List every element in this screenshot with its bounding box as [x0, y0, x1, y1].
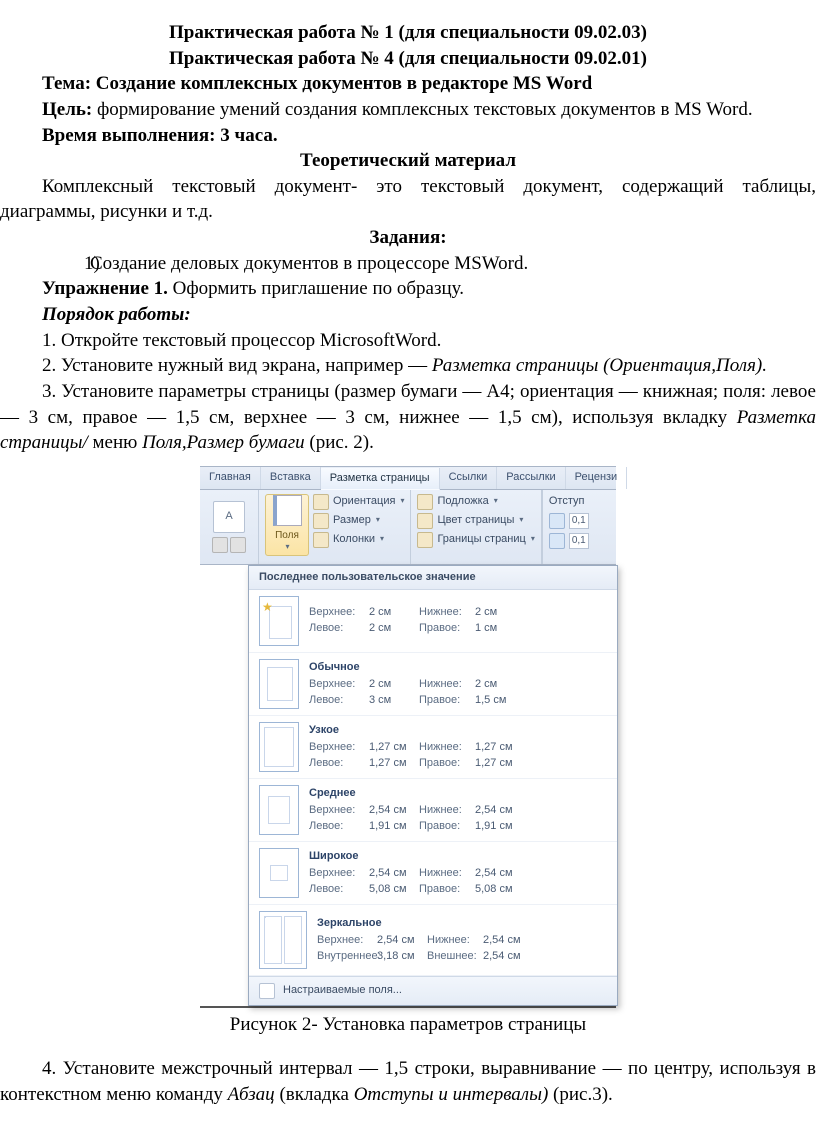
goal-line: Цель: формирование умений создания компл… — [0, 97, 816, 123]
theme-fonts-icon[interactable] — [230, 537, 246, 553]
margins-dropdown: Последнее пользовательское значение ★Вер… — [248, 565, 618, 1006]
heading-1: Практическая работа № 1 (для специальнос… — [0, 20, 816, 46]
dropdown-header: Последнее пользовательское значение — [249, 566, 617, 590]
goal-label: Цель: — [42, 99, 92, 120]
indent-right-icon[interactable] — [549, 533, 565, 549]
margins-button[interactable]: Поля ▾ — [265, 494, 309, 556]
preset-thumb — [259, 722, 299, 772]
chevron-down-icon: ▾ — [531, 534, 535, 545]
preset-name: Зеркальное — [317, 916, 607, 931]
margin-preset-1[interactable]: ОбычноеВерхнее:2 смНижнее:2 смЛевое:3 см… — [249, 653, 617, 716]
page-icon — [273, 495, 302, 526]
page-bg-icon-0 — [417, 494, 433, 510]
margin-preset-4[interactable]: ШирокоеВерхнее:2,54 смНижнее:2,54 смЛево… — [249, 842, 617, 905]
preset-thumb — [259, 848, 299, 898]
page-setup-2[interactable]: Колонки▾ — [313, 532, 404, 548]
tab-0[interactable]: Главная — [200, 467, 261, 489]
page-bg-icon-1 — [417, 513, 433, 529]
preset-thumb — [259, 911, 307, 969]
preset-thumb — [259, 659, 299, 709]
exercise-1: Упражнение 1. Оформить приглашение по об… — [0, 276, 816, 302]
margin-preset-3[interactable]: СреднееВерхнее:2,54 смНижнее:2,54 смЛево… — [249, 779, 617, 842]
page-bg-1[interactable]: Цвет страницы▾ — [417, 513, 534, 529]
tab-3[interactable]: Ссылки — [440, 467, 498, 489]
theme-colors-icon[interactable] — [212, 537, 228, 553]
margin-preset-5[interactable]: ЗеркальноеВерхнее:2,54 смНижнее:2,54 смВ… — [249, 905, 617, 976]
time-line: Время выполнения: 3 часа. — [0, 123, 816, 149]
page-bg-2[interactable]: Границы страниц▾ — [417, 532, 534, 548]
chevron-down-icon: ▾ — [494, 496, 498, 507]
step-4: 4. Установите межстрочный интервал — 1,5… — [0, 1056, 816, 1107]
order-head: Порядок работы: — [0, 302, 816, 328]
theory-body: Комплексный текстовый документ- это текс… — [0, 174, 816, 225]
tab-2[interactable]: Разметка страницы — [321, 468, 440, 490]
margin-preset-2[interactable]: УзкоеВерхнее:1,27 смНижнее:1,27 смЛевое:… — [249, 716, 617, 779]
step-2: 2. Установите нужный вид экрана, наприме… — [0, 353, 816, 379]
preset-thumb — [259, 785, 299, 835]
tab-4[interactable]: Рассылки — [497, 467, 565, 489]
page-setup-icon-0 — [313, 494, 329, 510]
theory-head: Теоретический материал — [0, 148, 816, 174]
page-setup-1[interactable]: Размер▾ — [313, 513, 404, 529]
indent-left-icon[interactable] — [549, 513, 565, 529]
step-3: 3. Установите параметры страницы (размер… — [0, 379, 816, 456]
tasks-head: Задания: — [0, 225, 816, 251]
figure-caption: Рисунок 2- Установка параметров страницы — [0, 1012, 816, 1038]
chevron-down-icon: ▾ — [400, 496, 404, 507]
indent-left-value[interactable]: 0,1 — [569, 513, 589, 529]
preset-name: Широкое — [309, 849, 607, 864]
page-setup-icon-1 — [313, 513, 329, 529]
page-bg-0[interactable]: Подложка▾ — [417, 494, 534, 510]
preset-thumb: ★ — [259, 596, 299, 646]
tab-5[interactable]: Рецензи — [566, 467, 628, 489]
chevron-down-icon: ▾ — [519, 515, 523, 526]
page-bg-icon-2 — [417, 532, 433, 548]
ribbon-tabs: ГлавнаяВставкаРазметка страницыСсылкиРас… — [200, 466, 616, 490]
custom-margins-item[interactable]: Настраиваемые поля... — [249, 976, 617, 1005]
ribbon: A Поля ▾ Ориентация▾ Размер▾ Колонки▾ Подл… — [200, 490, 616, 565]
chevron-down-icon: ▾ — [376, 515, 380, 526]
topic-label: Тема: — [42, 73, 91, 94]
word-screenshot: ГлавнаяВставкаРазметка страницыСсылкиРас… — [200, 466, 616, 1008]
preset-name: Узкое — [309, 723, 607, 738]
task-1: 1)Создание деловых документов в процессо… — [0, 251, 816, 277]
heading-2: Практическая работа № 4 (для специальнос… — [0, 46, 816, 72]
margin-preset-0[interactable]: ★Верхнее:2 смНижнее:2 смЛевое:2 смПравое… — [249, 590, 617, 653]
topic-line: Тема: Создание комплексных документов в … — [0, 71, 816, 97]
ex-text: Оформить приглашение по образцу. — [168, 278, 464, 299]
chevron-down-icon: ▾ — [380, 534, 384, 545]
ex-label: Упражнение 1. — [42, 278, 168, 299]
indent-right-value[interactable]: 0,1 — [569, 533, 589, 549]
goal-text: формирование умений создания комплексных… — [92, 99, 752, 120]
themes-button[interactable]: A — [213, 501, 245, 533]
preset-name: Обычное — [309, 660, 607, 675]
task-1-idx: 1) — [42, 251, 90, 277]
task-1-text: Создание деловых документов в процессоре… — [90, 253, 528, 274]
custom-margins-icon — [259, 983, 275, 999]
page-setup-0[interactable]: Ориентация▾ — [313, 494, 404, 510]
indent-label: Отступ — [549, 494, 589, 509]
tab-1[interactable]: Вставка — [261, 467, 321, 489]
page-setup-icon-2 — [313, 532, 329, 548]
chevron-down-icon: ▾ — [285, 542, 289, 553]
step-1: 1. Откройте текстовый процессор Microsof… — [0, 328, 816, 354]
preset-name: Среднее — [309, 786, 607, 801]
topic-text: Создание комплексных документов в редакт… — [91, 73, 592, 94]
